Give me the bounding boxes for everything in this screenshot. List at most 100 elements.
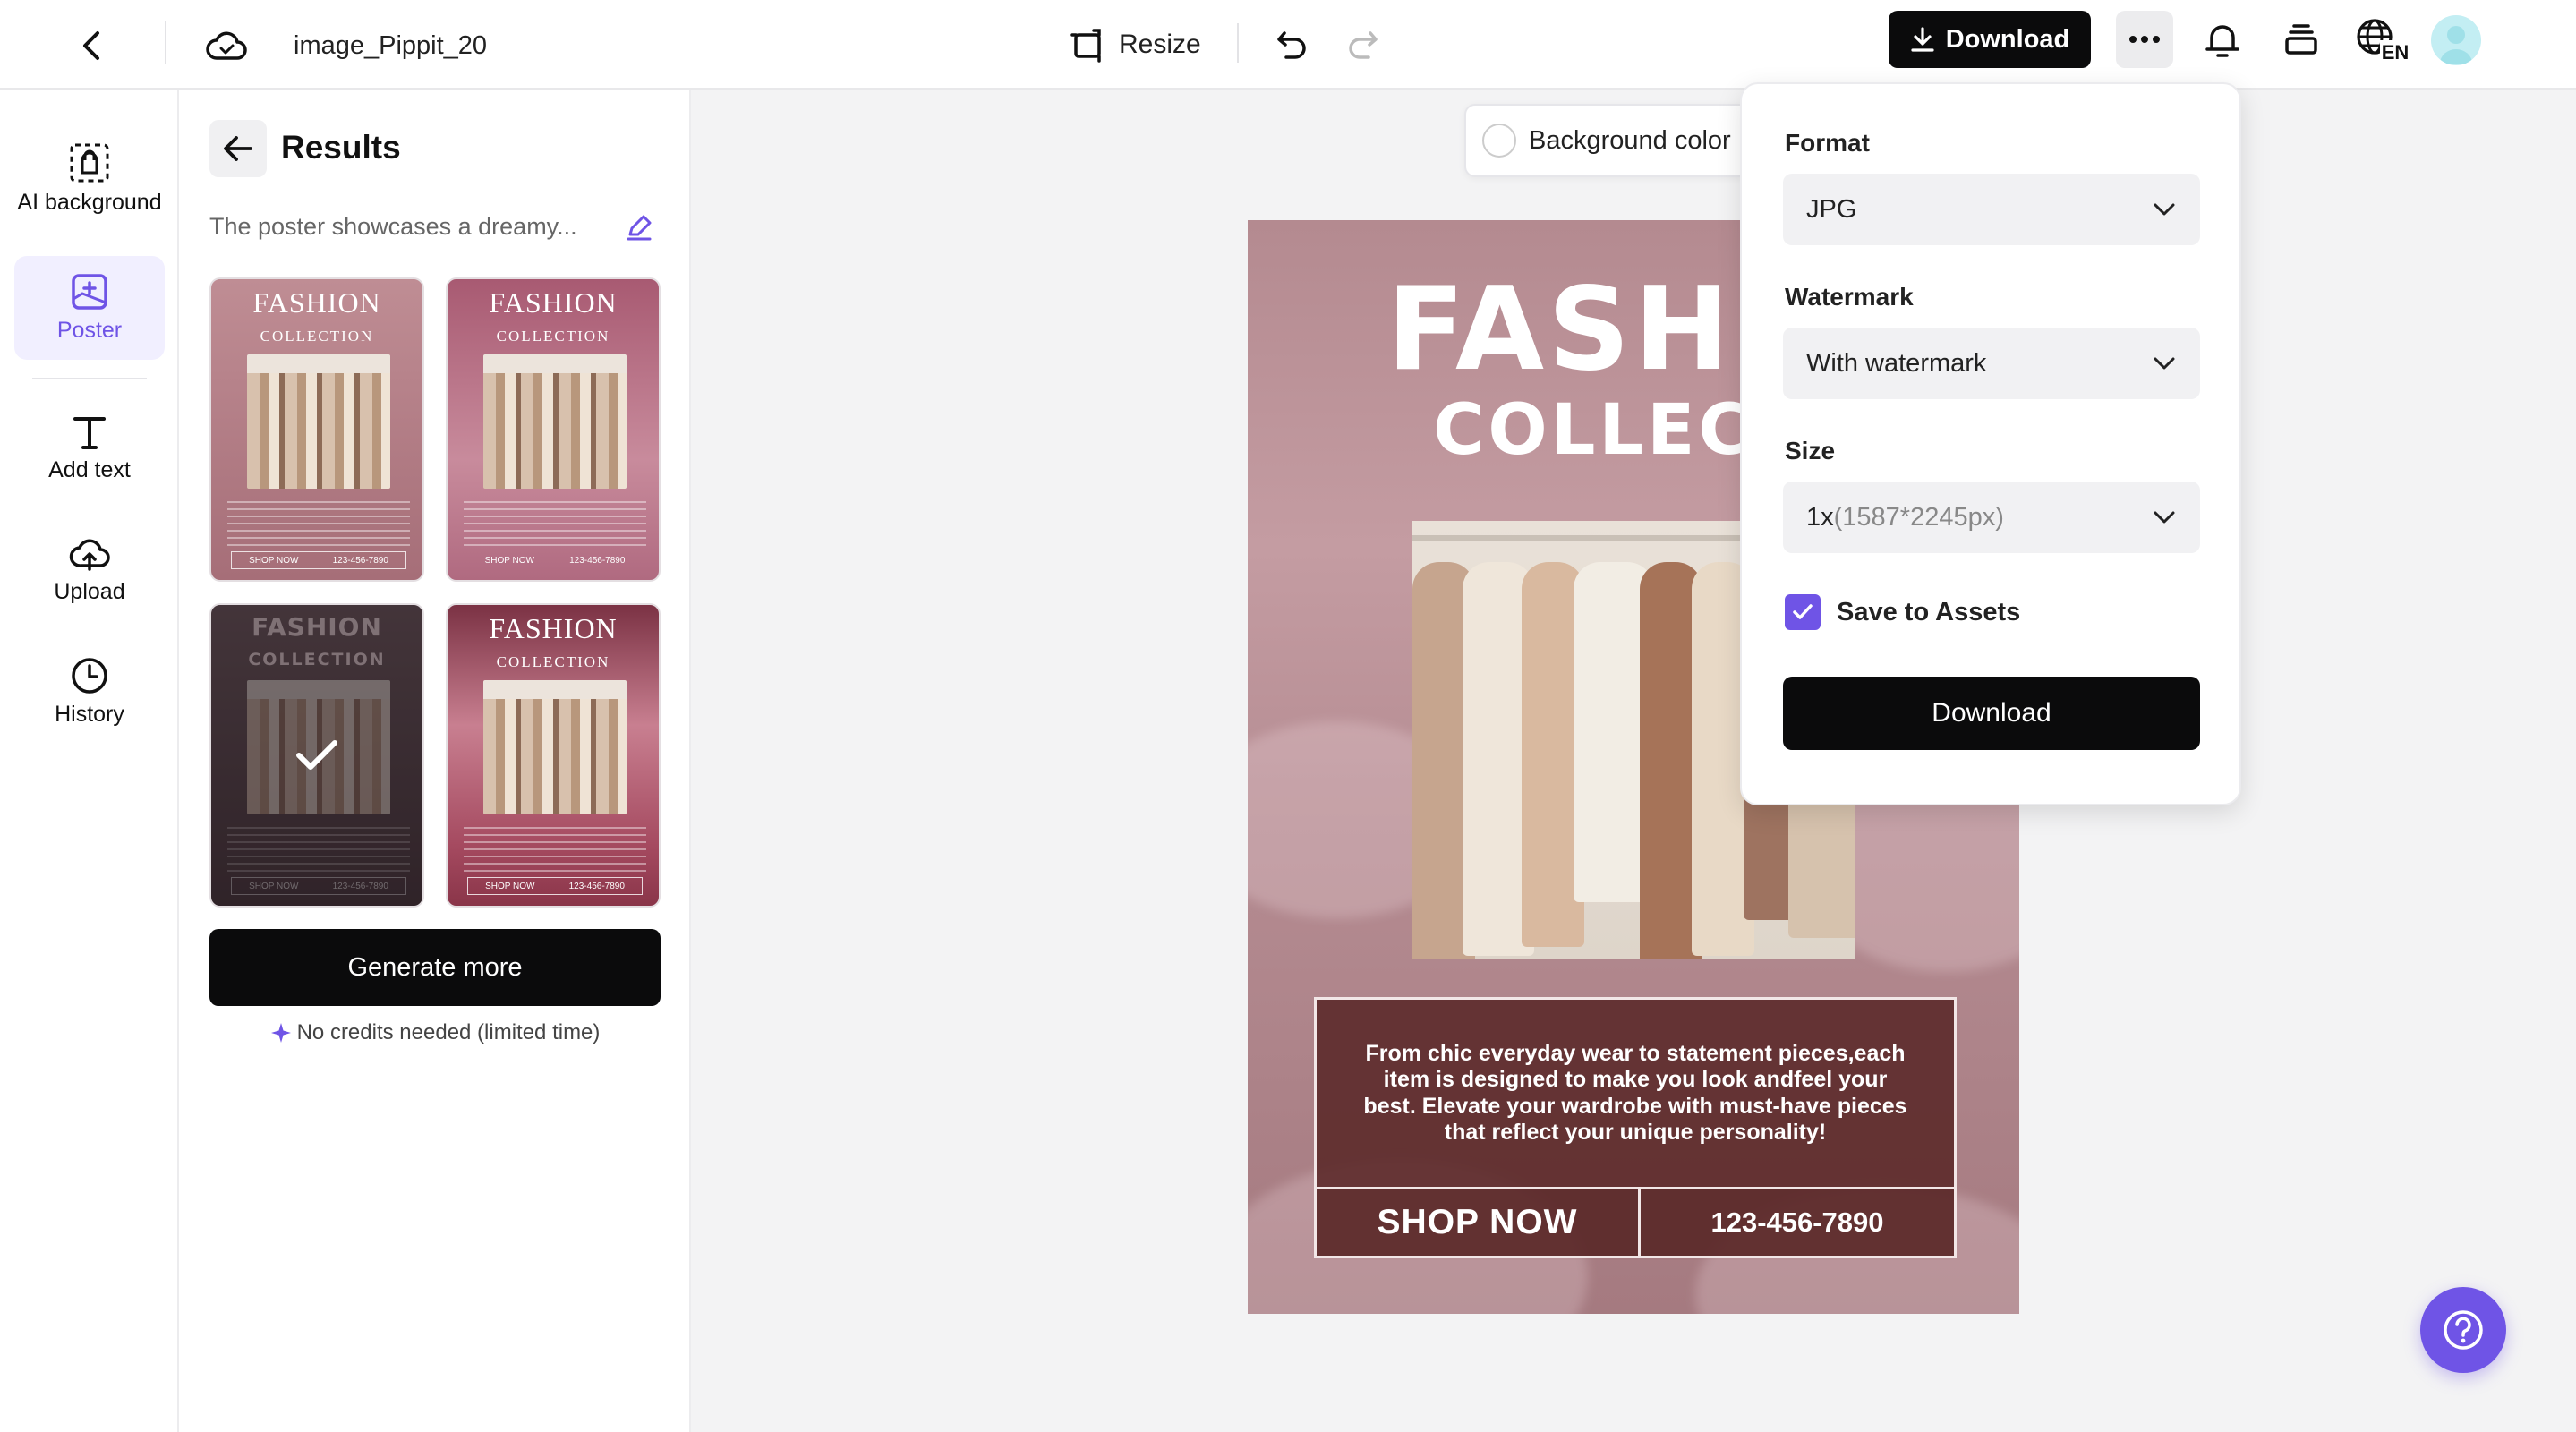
more-horizontal-icon (2129, 36, 2160, 43)
layers-icon (2285, 24, 2317, 55)
color-swatch (1482, 124, 1516, 158)
watermark-select[interactable]: With watermark (1783, 328, 2200, 399)
format-value: JPG (1806, 194, 1857, 224)
thumbnail-cta: SHOP NOW (484, 555, 534, 566)
background-color-button[interactable]: Background color (1464, 104, 1751, 177)
text-icon (73, 417, 106, 449)
thumbnail-phone: 123-456-7890 (568, 881, 625, 891)
thumbnail-subtitle: COLLECTION (496, 653, 610, 670)
thumbnail-phone: 123-456-7890 (332, 555, 388, 566)
rail-item-label: Add text (48, 457, 131, 482)
more-options-button[interactable] (2116, 11, 2173, 68)
chevron-left-icon (83, 31, 99, 60)
format-select[interactable]: JPG (1783, 174, 2200, 245)
resize-button[interactable]: Resize (1070, 20, 1201, 70)
thumbnail-body-text (227, 501, 410, 546)
undo-button[interactable] (1267, 20, 1318, 70)
thumbnail-title: FASHION (489, 286, 618, 319)
no-credits-note: No credits needed (limited time) (179, 1020, 691, 1045)
sparkle-icon (270, 1023, 291, 1043)
globe-icon: EN (2357, 19, 2410, 64)
thumbnail-phone: 123-456-7890 (569, 555, 626, 566)
tool-rail: AI background Poster Add text Upload His… (0, 90, 179, 1432)
poster-cta-bar[interactable]: SHOP NOW 123-456-7890 (1314, 1187, 1957, 1258)
upload-cloud-icon (69, 539, 110, 571)
thumbnail-footer: SHOP NOW 123-456-7890 (231, 551, 406, 569)
help-button[interactable] (2420, 1287, 2506, 1373)
divider (1237, 23, 1239, 63)
resize-icon (1070, 29, 1101, 63)
help-icon (2444, 1310, 2483, 1350)
assets-button[interactable] (2273, 13, 2329, 68)
download-label: Download (1945, 24, 2070, 54)
thumbnail-footer: SHOP NOW 123-456-7890 (467, 551, 643, 569)
rail-item-label: AI background (17, 190, 162, 215)
size-value: 1x (1806, 502, 1834, 532)
thumbnail-body-text (464, 827, 646, 872)
cloud-save-button[interactable] (202, 21, 251, 70)
result-thumbnail[interactable]: FASHION COLLECTION SHOP NOW 123-456-7890 (446, 277, 661, 582)
confirm-download-button[interactable]: Download (1783, 677, 2200, 750)
save-to-assets-row[interactable]: Save to Assets (1785, 594, 2020, 630)
chevron-down-icon (2154, 203, 2175, 216)
rail-item-add-text[interactable]: Add text (14, 399, 165, 498)
chevron-down-icon (2154, 357, 2175, 370)
thumbnail-subtitle: COLLECTION (496, 328, 610, 345)
rail-item-label: Upload (54, 579, 125, 604)
rail-item-ai-background[interactable]: AI background (14, 116, 165, 242)
redo-icon (1349, 31, 1378, 59)
ai-background-icon (70, 143, 109, 183)
pencil-icon (627, 215, 652, 241)
rail-item-poster[interactable]: Poster (14, 256, 165, 360)
download-button[interactable]: Download (1889, 11, 2091, 68)
poster-icon (72, 274, 107, 310)
top-bar: image_Pippit_20 Resize Download EN (0, 0, 2576, 90)
edit-prompt-button[interactable] (621, 209, 657, 245)
size-detail: (1587*2245px) (1833, 502, 2004, 532)
undo-icon (1277, 31, 1306, 59)
back-button[interactable] (70, 23, 115, 68)
poster-phone[interactable]: 123-456-7890 (1641, 1189, 1954, 1256)
size-select[interactable]: 1x(1587*2245px) (1783, 482, 2200, 553)
save-to-assets-checkbox[interactable] (1785, 594, 1821, 630)
watermark-value: With watermark (1806, 348, 1987, 378)
thumbnail-body-text (464, 501, 646, 546)
resize-label: Resize (1119, 30, 1201, 59)
poster-shop-now[interactable]: SHOP NOW (1317, 1189, 1641, 1256)
poster-body-text[interactable]: From chic everyday wear to statement pie… (1314, 997, 1957, 1187)
cloud-icon (206, 31, 247, 60)
thumbnail-photo (483, 680, 627, 814)
rail-item-label: History (55, 702, 124, 727)
rail-item-history[interactable]: History (14, 643, 165, 741)
user-icon (2440, 26, 2472, 64)
rail-item-label: Poster (56, 318, 123, 343)
no-credits-label: No credits needed (limited time) (296, 1020, 601, 1044)
language-code: EN (2382, 41, 2410, 64)
result-thumbnail[interactable]: FASHION COLLECTION SHOP NOW 123-456-7890 (209, 277, 424, 582)
notifications-button[interactable] (2195, 13, 2250, 68)
result-thumbnail-selected[interactable]: FASHION COLLECTION SHOP NOW 123-456-7890 (209, 603, 424, 908)
generate-more-button[interactable]: Generate more (209, 929, 661, 1006)
clock-icon (72, 658, 107, 694)
result-thumbnail[interactable]: FASHION COLLECTION SHOP NOW 123-456-7890 (446, 603, 661, 908)
user-avatar[interactable] (2431, 15, 2481, 65)
format-label: Format (1785, 129, 1870, 157)
redo-button[interactable] (1337, 20, 1387, 70)
size-label: Size (1785, 437, 1836, 465)
background-color-label: Background color (1529, 125, 1731, 155)
thumbnail-photo (483, 354, 627, 489)
language-button[interactable]: EN (2352, 13, 2415, 68)
thumbnail-title: FASHION (252, 286, 381, 319)
arrow-left-icon (224, 136, 252, 161)
thumbnail-subtitle: COLLECTION (260, 328, 374, 345)
results-back-button[interactable] (209, 120, 267, 177)
divider (32, 378, 147, 379)
selected-overlay (211, 605, 422, 906)
watermark-label: Watermark (1785, 283, 1914, 311)
rail-item-upload[interactable]: Upload (14, 521, 165, 619)
divider (165, 21, 166, 64)
size-value-group: 1x(1587*2245px) (1806, 503, 2004, 533)
prompt-description: The poster showcases a dreamy... (209, 213, 577, 240)
file-name[interactable]: image_Pippit_20 (294, 23, 487, 68)
thumbnail-footer: SHOP NOW 123-456-7890 (467, 877, 643, 895)
